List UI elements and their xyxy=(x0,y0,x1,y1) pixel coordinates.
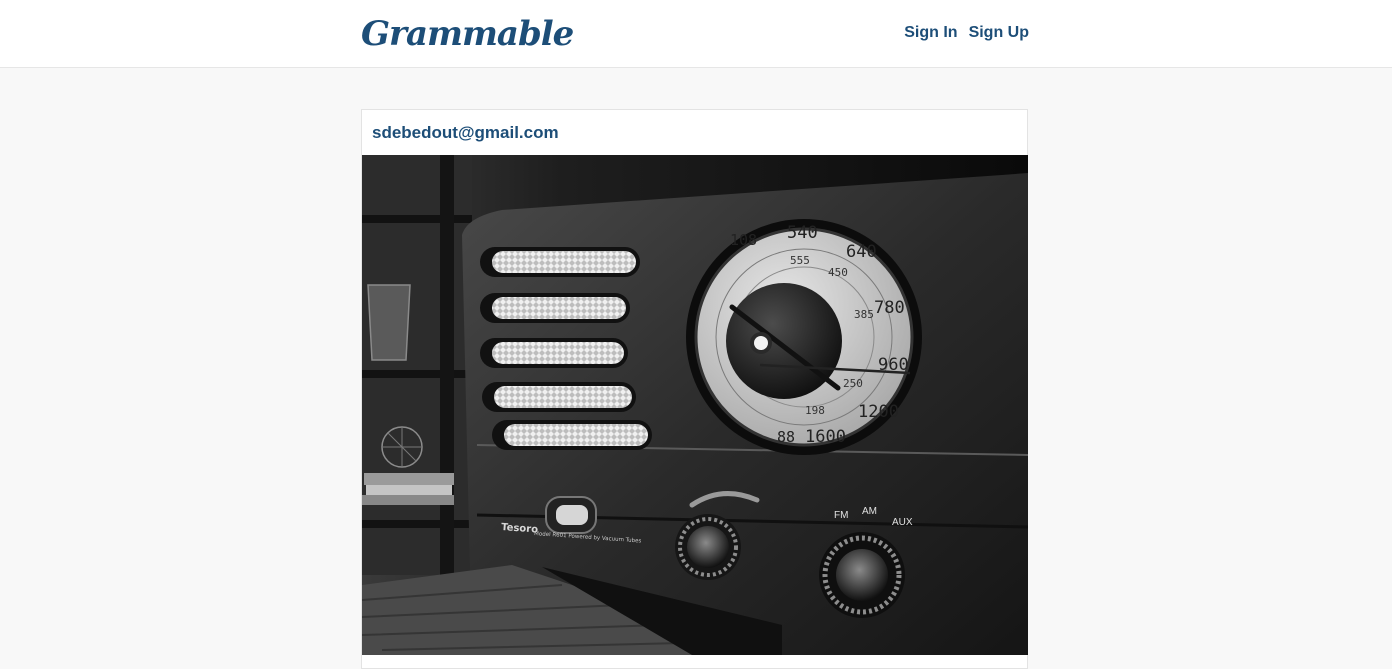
dial-label: 1200 xyxy=(858,402,899,422)
dial-label: 385 xyxy=(854,308,874,321)
nav-links: Sign In Sign Up xyxy=(904,22,1029,44)
band-label-fm: FM xyxy=(834,510,848,521)
post-photo: 108 540 640 780 960 1200 1600 88 555 450… xyxy=(362,155,1028,655)
dial-label: 88 xyxy=(777,428,795,446)
dial-label: 780 xyxy=(874,298,905,318)
band-selector-knob xyxy=(819,532,905,618)
dial-label: 250 xyxy=(843,377,863,390)
top-navbar: Grammable Sign In Sign Up xyxy=(0,0,1392,68)
dial-label: 450 xyxy=(828,266,848,279)
dial-label: 198 xyxy=(805,404,825,417)
dial-label: 540 xyxy=(787,223,818,243)
dial-label: 1600 xyxy=(805,427,846,447)
tuning-dial: 108 540 640 780 960 1200 1600 88 555 450… xyxy=(686,219,922,455)
sign-in-link[interactable]: Sign In xyxy=(904,22,957,44)
dial-label: 640 xyxy=(846,242,877,262)
band-label-am: AM xyxy=(862,506,877,517)
post-card: sdebedout@gmail.com 108 540 640 780 960 … xyxy=(361,109,1028,669)
sign-up-link[interactable]: Sign Up xyxy=(969,22,1029,44)
dial-label: 108 xyxy=(730,231,757,249)
band-label-aux: AUX xyxy=(892,517,913,528)
brand-logo[interactable]: Grammable xyxy=(361,12,574,56)
dial-label: 555 xyxy=(790,254,810,267)
volume-knob xyxy=(675,514,741,580)
post-author: sdebedout@gmail.com xyxy=(372,122,559,142)
